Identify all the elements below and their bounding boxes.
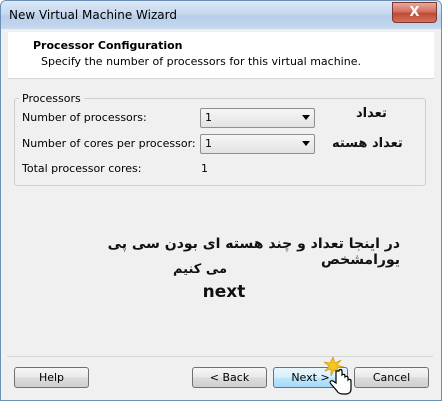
chevron-down-icon (302, 141, 310, 146)
footer-divider (7, 356, 433, 357)
annotation-instruction-2: می کنیم (172, 262, 228, 277)
title-bar[interactable]: New Virtual Machine Wizard X (1, 1, 441, 29)
close-button[interactable]: X (392, 2, 437, 23)
wizard-header: Processor Configuration Specify the numb… (8, 32, 434, 79)
page-title: Processor Configuration (33, 39, 183, 52)
chevron-down-icon (302, 115, 310, 120)
page-subtitle: Specify the number of processors for thi… (41, 55, 361, 68)
cores-per-processor-select[interactable]: 1 (200, 134, 315, 154)
help-button[interactable]: Help (14, 367, 89, 388)
annotation-instruction-3: next (202, 282, 246, 302)
cancel-button[interactable]: Cancel (354, 367, 429, 388)
num-processors-label: Number of processors: (22, 111, 147, 124)
num-processors-value: 1 (205, 111, 212, 124)
annotation-count: تعداد (356, 106, 387, 121)
window-title: New Virtual Machine Wizard (9, 8, 177, 22)
hand-pointer-icon (324, 357, 352, 395)
wizard-window: New Virtual Machine Wizard X Processor C… (0, 0, 442, 401)
num-processors-select[interactable]: 1 (200, 108, 315, 128)
cores-per-processor-value: 1 (205, 137, 212, 150)
total-cores-value: 1 (201, 162, 208, 175)
processors-group-label: Processors (19, 92, 84, 105)
back-button[interactable]: < Back (192, 367, 267, 388)
annotation-core-count: تعداد هسته (332, 136, 403, 151)
cores-per-processor-label: Number of cores per processor: (22, 137, 196, 150)
total-cores-label: Total processor cores: (22, 162, 142, 175)
